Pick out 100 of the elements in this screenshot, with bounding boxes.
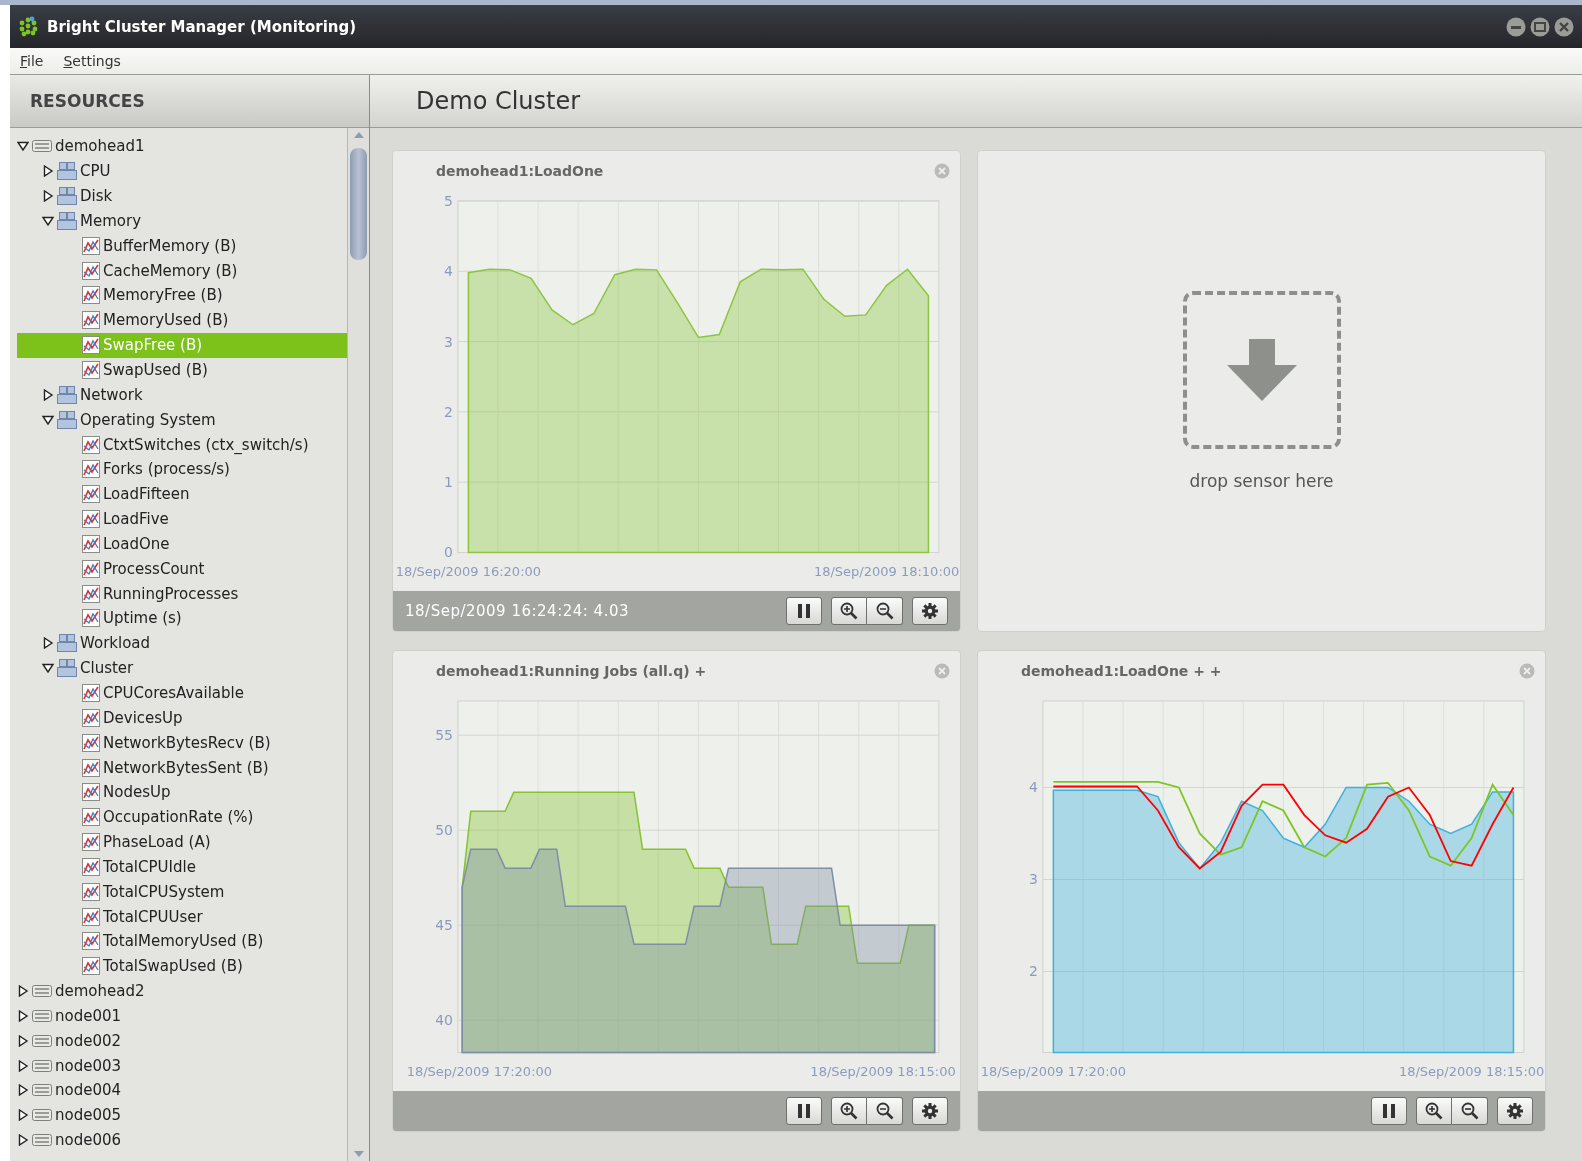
- tree-item[interactable]: node005: [17, 1102, 347, 1128]
- axis-tick-label: 5: [444, 192, 453, 209]
- expand-arrow-icon[interactable]: [17, 1084, 29, 1097]
- zoom-in-icon: [1425, 1102, 1443, 1121]
- tree-item[interactable]: Uptime (s): [17, 606, 347, 631]
- maximize-button[interactable]: [1530, 16, 1550, 37]
- zoom-in-button[interactable]: [831, 1097, 867, 1126]
- tree-item[interactable]: Network: [17, 382, 347, 408]
- collapse-arrow-icon[interactable]: [42, 662, 54, 675]
- tree-item[interactable]: NetworkBytesSent (B): [17, 755, 347, 780]
- pause-button[interactable]: [786, 597, 822, 626]
- tree-item[interactable]: Memory: [17, 208, 347, 234]
- tree-item[interactable]: Workload: [17, 630, 347, 656]
- line-chart-icon: [82, 833, 100, 852]
- collapse-arrow-icon[interactable]: [42, 214, 54, 227]
- axis-tick-label: 18/Sep/2009 16:20:00: [395, 564, 541, 580]
- zoom-in-icon: [840, 1102, 858, 1121]
- chart-title: demohead1:Running Jobs (all.q) +: [436, 662, 707, 679]
- pause-button[interactable]: [786, 1097, 822, 1126]
- zoom-in-icon: [840, 602, 858, 621]
- zoom-out-button[interactable]: [1452, 1097, 1488, 1126]
- tree-item[interactable]: CPUCoresAvailable: [17, 680, 347, 706]
- tree-item[interactable]: TotalMemoryUsed (B): [17, 929, 347, 954]
- collapse-arrow-icon[interactable]: [17, 140, 29, 153]
- tree-item[interactable]: MemoryUsed (B): [17, 307, 347, 333]
- expand-arrow-icon[interactable]: [17, 1059, 29, 1072]
- expand-arrow-icon[interactable]: [17, 1134, 29, 1147]
- zoom-in-button[interactable]: [831, 597, 867, 626]
- tree-item[interactable]: Forks (process/s): [17, 456, 347, 482]
- tree-item[interactable]: Cluster: [17, 655, 347, 681]
- tree-item[interactable]: node006: [17, 1127, 347, 1153]
- tree-item[interactable]: Operating System: [17, 407, 347, 433]
- server-icon: [32, 985, 52, 998]
- tree-item[interactable]: DevicesUp: [17, 705, 347, 731]
- tree-item[interactable]: TotalSwapUsed (B): [17, 953, 347, 979]
- tree-item[interactable]: NetworkBytesRecv (B): [17, 730, 347, 756]
- menu-item[interactable]: File: [20, 53, 44, 69]
- axis-tick-label: 0: [444, 544, 453, 561]
- scrollbar-thumb[interactable]: [350, 148, 367, 260]
- tree-item[interactable]: TotalCPUIdle: [17, 854, 347, 880]
- settings-button[interactable]: [912, 597, 948, 626]
- tree-item[interactable]: CacheMemory (B): [17, 258, 347, 284]
- tree-item[interactable]: NodesUp: [17, 779, 347, 805]
- tree-item[interactable]: MemoryFree (B): [17, 283, 347, 308]
- expand-arrow-icon[interactable]: [17, 1009, 29, 1022]
- zoom-out-icon: [875, 1102, 894, 1121]
- expand-arrow-icon[interactable]: [17, 1109, 29, 1122]
- minimize-button[interactable]: [1506, 16, 1526, 37]
- tree-item[interactable]: LoadOne: [17, 531, 347, 557]
- line-chart-icon: [82, 708, 100, 727]
- zoom-out-button[interactable]: [867, 597, 903, 626]
- down-arrow-icon: [1226, 339, 1297, 401]
- tree-item[interactable]: node004: [17, 1078, 347, 1103]
- zoom-in-button[interactable]: [1416, 1097, 1452, 1126]
- axis-tick-label: 3: [444, 333, 453, 350]
- settings-button[interactable]: [912, 1097, 948, 1126]
- tree-item[interactable]: TotalCPUSystem: [17, 879, 347, 905]
- line-chart-icon: [82, 534, 100, 553]
- page-title: Demo Cluster: [416, 87, 581, 115]
- tree-item[interactable]: LoadFifteen: [17, 481, 347, 507]
- tree-item[interactable]: PhaseLoad (A): [17, 829, 347, 855]
- tree-item[interactable]: demohead1: [17, 134, 347, 159]
- axis-tick-label: 3: [1029, 871, 1038, 888]
- collapse-arrow-icon[interactable]: [42, 413, 54, 426]
- zoom-out-button[interactable]: [867, 1097, 903, 1126]
- tree-item[interactable]: CtxtSwitches (ctx_switch/s): [17, 432, 347, 457]
- tree-item[interactable]: node003: [17, 1053, 347, 1079]
- expand-arrow-icon[interactable]: [42, 190, 54, 203]
- expand-arrow-icon[interactable]: [42, 637, 54, 650]
- drop-target[interactable]: [1182, 291, 1341, 449]
- line-chart-icon: [82, 857, 100, 876]
- expand-arrow-icon[interactable]: [42, 165, 54, 178]
- tree-item[interactable]: BufferMemory (B): [17, 233, 347, 259]
- tree-item[interactable]: Disk: [17, 183, 347, 209]
- server-icon: [32, 1059, 52, 1072]
- line-chart-icon: [82, 236, 100, 255]
- stacked-boxes-icon: [57, 385, 77, 404]
- pause-button[interactable]: [1371, 1097, 1407, 1126]
- tree-item[interactable]: node002: [17, 1028, 347, 1054]
- tree-item[interactable]: RunningProcesses: [17, 581, 347, 607]
- gear-icon: [1506, 1102, 1524, 1121]
- expand-arrow-icon[interactable]: [17, 1034, 29, 1047]
- tree-item[interactable]: TotalCPUUser: [17, 904, 347, 929]
- tree-item[interactable]: LoadFive: [17, 506, 347, 532]
- line-chart-icon: [82, 361, 100, 379]
- expand-arrow-icon[interactable]: [17, 985, 29, 998]
- zoom-out-icon: [875, 602, 894, 621]
- line-chart-icon: [82, 485, 100, 504]
- tree-item[interactable]: CPU: [17, 158, 347, 184]
- settings-button[interactable]: [1497, 1097, 1533, 1126]
- tree-item[interactable]: SwapUsed (B): [17, 357, 347, 383]
- menu-item[interactable]: Settings: [63, 53, 121, 69]
- tree-item[interactable]: demohead2: [17, 978, 347, 1004]
- stacked-boxes-icon: [57, 410, 77, 429]
- tree-item[interactable]: OccupationRate (%): [17, 804, 347, 830]
- expand-arrow-icon[interactable]: [42, 388, 54, 401]
- axis-tick-label: 45: [435, 917, 453, 933]
- close-button[interactable]: [1554, 16, 1574, 37]
- tree-item[interactable]: ProcessCount: [17, 556, 347, 582]
- tree-item[interactable]: node001: [17, 1003, 347, 1029]
